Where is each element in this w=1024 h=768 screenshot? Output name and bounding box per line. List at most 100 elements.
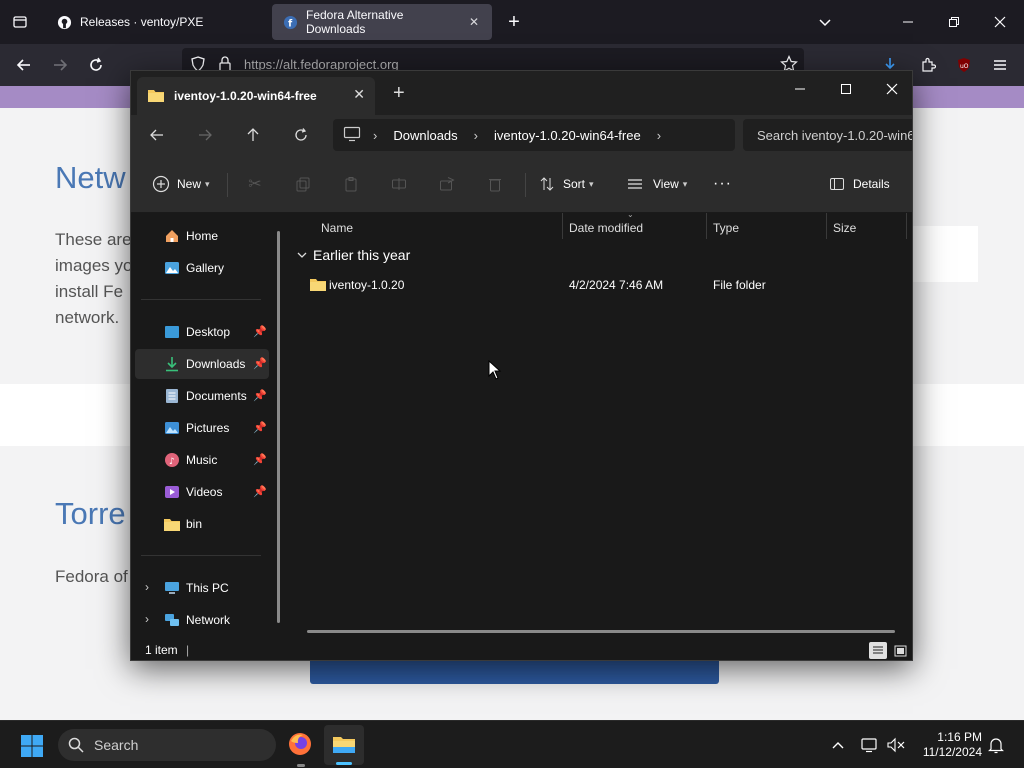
collapse-chevron-icon[interactable] — [297, 247, 307, 263]
minimize-button[interactable] — [777, 75, 823, 103]
column-divider[interactable] — [562, 213, 563, 239]
refresh-icon[interactable] — [289, 123, 313, 147]
nav-divider — [141, 299, 261, 300]
reload-icon[interactable] — [86, 55, 106, 75]
nav-item-videos[interactable]: Videos 📌 — [135, 477, 269, 507]
expand-chevron-icon[interactable]: › — [145, 580, 149, 594]
nav-item-desktop[interactable]: Desktop 📌 — [135, 317, 269, 347]
explorer-search-box[interactable]: Search iventoy-1.0.20-win64-free — [743, 119, 912, 151]
browser-restore-button[interactable] — [944, 12, 964, 32]
back-arrow-icon[interactable] — [145, 123, 169, 147]
column-header-name[interactable]: Name — [321, 221, 353, 235]
extensions-icon[interactable] — [918, 55, 938, 75]
breadcrumb-chevron-icon[interactable]: › — [373, 128, 377, 143]
monitor-icon[interactable] — [343, 126, 361, 145]
taskbar-search-box[interactable]: Search — [58, 729, 276, 761]
nav-divider — [141, 555, 261, 556]
pin-icon[interactable]: 📌 — [253, 357, 267, 370]
sort-label: Sort — [563, 177, 586, 191]
windows-start-icon[interactable] — [20, 734, 44, 763]
nav-item-network[interactable]: › Network — [135, 605, 269, 635]
ublock-icon[interactable]: uO — [954, 55, 974, 75]
column-divider[interactable] — [906, 213, 907, 239]
web-download-button[interactable] — [310, 660, 719, 684]
nav-item-label: Home — [186, 229, 219, 243]
new-tab-button[interactable]: + — [504, 11, 524, 33]
details-pane-button[interactable]: Details — [825, 172, 890, 196]
copy-icon — [291, 172, 315, 196]
column-header-size[interactable]: Size — [833, 221, 856, 235]
forward-arrow-icon[interactable] — [193, 123, 217, 147]
file-row[interactable]: iventoy-1.0.20 4/2/2024 7:46 AM File fol… — [297, 271, 907, 299]
firefox-taskbar-icon[interactable] — [287, 731, 315, 759]
forward-arrow-icon[interactable] — [50, 55, 70, 75]
web-heading-network: Netw — [55, 160, 126, 195]
nav-item-home[interactable]: Home — [135, 221, 269, 251]
nav-item-label: Videos — [186, 485, 223, 499]
delete-button[interactable] — [483, 172, 507, 196]
explorer-title-bar: iventoy-1.0.20-win64-free ✕ + — [131, 71, 912, 115]
nav-item-this-pc[interactable]: › This PC — [135, 573, 269, 603]
column-divider[interactable] — [826, 213, 827, 239]
column-divider[interactable] — [706, 213, 707, 239]
pin-icon[interactable]: 📌 — [253, 421, 267, 434]
rename-button[interactable] — [387, 172, 411, 196]
browser-tab-releases[interactable]: Releases · ventoy/PXE — [46, 4, 268, 40]
breadcrumb-chevron-icon[interactable]: › — [657, 128, 661, 143]
pin-icon[interactable]: 📌 — [253, 389, 267, 402]
volume-muted-icon[interactable] — [886, 735, 906, 755]
sort-button[interactable]: Sort ▾ — [535, 172, 594, 196]
group-header-label: Earlier this year — [313, 247, 411, 263]
tiles-view-icon[interactable] — [891, 642, 909, 659]
share-button[interactable] — [435, 172, 459, 196]
explorer-tab[interactable]: iventoy-1.0.20-win64-free ✕ — [137, 77, 375, 115]
pin-icon[interactable]: 📌 — [253, 453, 267, 466]
column-header-date[interactable]: Date modified — [569, 221, 643, 235]
nav-item-downloads[interactable]: Downloads 📌 — [135, 349, 269, 379]
tab-list-chevron-icon[interactable] — [815, 12, 835, 32]
view-button[interactable]: View ▾ — [623, 172, 687, 196]
browser-minimize-button[interactable] — [898, 12, 918, 32]
system-clock[interactable]: 1:16 PM 11/12/2024 — [912, 730, 982, 760]
nav-item-music[interactable]: ♪ Music 📌 — [135, 445, 269, 475]
nav-item-documents[interactable]: Documents 📌 — [135, 381, 269, 411]
search-placeholder: Search iventoy-1.0.20-win64-free — [757, 127, 912, 143]
breadcrumb-chevron-icon[interactable]: › — [474, 128, 478, 143]
close-button[interactable] — [869, 75, 912, 103]
nav-pane-scrollbar[interactable] — [277, 231, 280, 623]
breadcrumb[interactable]: › Downloads › iventoy-1.0.20-win64-free … — [333, 119, 735, 151]
new-button[interactable]: New ▾ — [149, 172, 210, 196]
column-header-type[interactable]: Type — [713, 221, 739, 235]
network-icon — [163, 611, 181, 629]
close-tab-icon[interactable]: ✕ — [353, 86, 365, 103]
nav-item-bin[interactable]: bin — [135, 509, 269, 539]
tab-overview-icon[interactable] — [10, 12, 30, 32]
file-date: 4/2/2024 7:46 AM — [569, 278, 664, 292]
browser-tab-fedora[interactable]: f Fedora Alternative Downloads ✕ — [272, 4, 492, 40]
pin-icon[interactable]: 📌 — [253, 485, 267, 498]
pin-icon[interactable]: 📌 — [253, 325, 267, 338]
notification-bell-icon[interactable] — [986, 735, 1006, 755]
menu-hamburger-icon[interactable] — [990, 55, 1010, 75]
explorer-taskbar-button[interactable] — [324, 725, 364, 765]
network-status-icon[interactable] — [860, 735, 880, 755]
explorer-new-tab-button[interactable]: + — [393, 83, 405, 103]
maximize-button[interactable] — [823, 75, 869, 103]
back-arrow-icon[interactable] — [14, 55, 34, 75]
breadcrumb-current-folder[interactable]: iventoy-1.0.20-win64-free — [494, 128, 641, 143]
browser-close-button[interactable] — [990, 12, 1010, 32]
up-arrow-icon[interactable] — [241, 123, 265, 147]
nav-item-gallery[interactable]: Gallery — [135, 253, 269, 283]
show-hidden-icons-chevron[interactable] — [828, 735, 848, 755]
horizontal-scrollbar[interactable] — [307, 630, 895, 633]
paste-button[interactable] — [339, 172, 363, 196]
breadcrumb-downloads[interactable]: Downloads — [393, 128, 457, 143]
cut-button[interactable]: ✂ — [243, 172, 267, 196]
group-header[interactable]: Earlier this year — [297, 247, 410, 263]
details-view-icon[interactable] — [869, 642, 887, 659]
expand-chevron-icon[interactable]: › — [145, 612, 149, 626]
copy-button[interactable] — [291, 172, 315, 196]
nav-item-pictures[interactable]: Pictures 📌 — [135, 413, 269, 443]
more-options-button[interactable]: ··· — [713, 172, 732, 196]
close-tab-icon[interactable]: ✕ — [466, 14, 482, 30]
